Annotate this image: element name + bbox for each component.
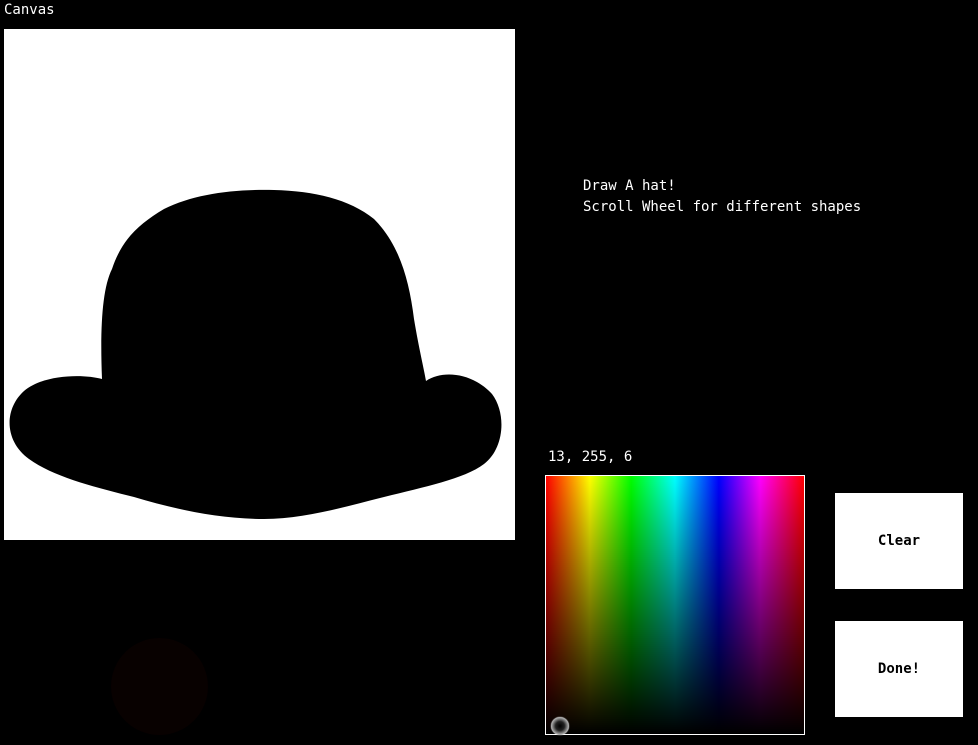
drawn-hat-shape (9, 189, 502, 519)
canvas-title: Canvas (4, 2, 55, 18)
color-picker[interactable] (545, 475, 805, 735)
app-window: Canvas Draw A hat! Scroll Wheel for diffe… (0, 0, 978, 745)
instructions-text: Draw A hat! Scroll Wheel for different sh… (583, 176, 861, 218)
rgb-readout: 13, 255, 6 (548, 449, 633, 465)
color-picker-handle[interactable] (551, 717, 569, 735)
done-button[interactable]: Done! (835, 621, 963, 717)
instruction-line-draw: Draw A hat! (583, 178, 676, 194)
clear-button[interactable]: Clear (835, 493, 963, 589)
instruction-line-scroll: Scroll Wheel for different shapes (583, 199, 862, 215)
canvas-drawing-svg (9, 189, 502, 519)
drawing-canvas[interactable] (4, 29, 515, 540)
brush-preview (111, 638, 208, 735)
